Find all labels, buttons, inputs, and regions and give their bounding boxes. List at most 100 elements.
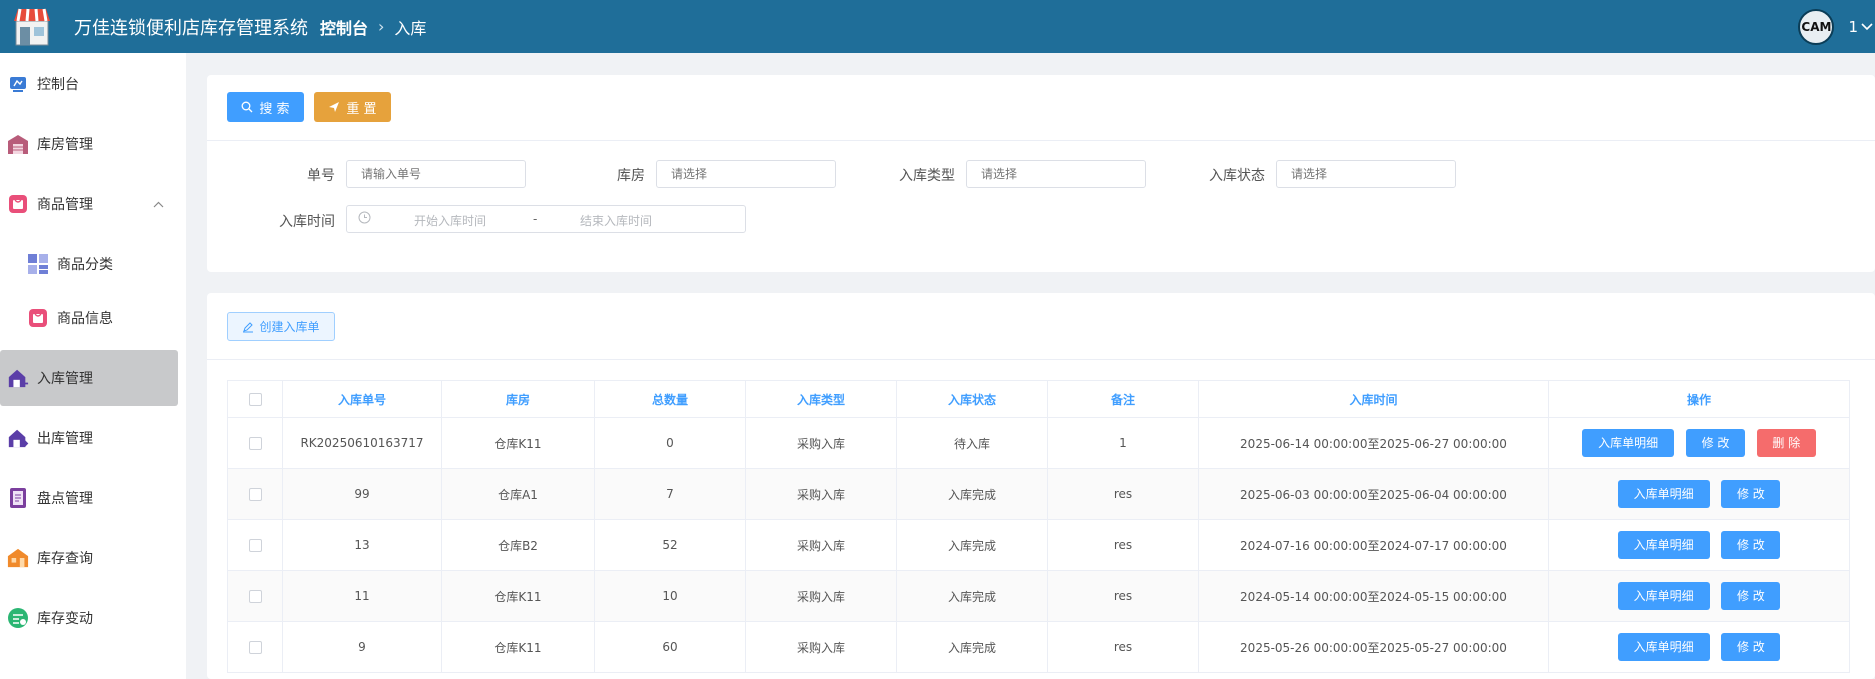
avatar-text: CAM xyxy=(1801,19,1832,34)
create-inbound-label: 创建入库单 xyxy=(259,320,320,334)
sidebar-item-label: 入库管理 xyxy=(37,371,93,387)
sidebar-item-warehouse[interactable]: 库房管理 xyxy=(0,116,178,172)
cell-qty: 52 xyxy=(594,519,746,571)
inbound-table: 入库单号 库房 总数量 入库类型 入库状态 备注 入库时间 操作 RK20250… xyxy=(227,380,1850,673)
search-panel: 搜 索 重 置 单号 库房 入库类型 入库状态 入库时间 开始入库时间 - 结束… xyxy=(207,75,1875,272)
sidebar-item-label: 库存变动 xyxy=(37,611,93,627)
col-header[interactable]: 总数量 xyxy=(594,380,746,418)
inbound-status-label: 入库状态 xyxy=(1209,168,1265,184)
edit-button[interactable]: 修 改 xyxy=(1721,480,1781,508)
send-icon xyxy=(329,102,340,112)
range-separator: - xyxy=(533,212,538,226)
sidebar-item-goods[interactable]: 商品管理 xyxy=(0,176,178,232)
start-time-input[interactable]: 开始入库时间 xyxy=(414,212,486,229)
chevron-down-icon[interactable] xyxy=(1861,20,1873,34)
clock-icon xyxy=(358,211,371,227)
inbound-type-select[interactable] xyxy=(966,160,1146,188)
detail-button[interactable]: 入库单明细 xyxy=(1617,582,1710,610)
app-title: 万佳连锁便利店库存管理系统 xyxy=(74,17,308,39)
col-header[interactable]: 入库单号 xyxy=(282,380,442,418)
delete-button[interactable]: 删 除 xyxy=(1756,429,1816,457)
sidebar-item-inbound[interactable]: 入库管理 xyxy=(0,350,178,406)
cell-remark: res xyxy=(1047,570,1199,622)
chevron-up-icon[interactable] xyxy=(153,198,164,211)
cell-warehouse: 仓库K11 xyxy=(441,570,595,622)
detail-button[interactable]: 入库单明细 xyxy=(1617,480,1710,508)
divider xyxy=(207,359,1875,360)
end-time-input[interactable]: 结束入库时间 xyxy=(580,212,652,229)
edit-button[interactable]: 修 改 xyxy=(1686,429,1745,457)
detail-button[interactable]: 入库单明细 xyxy=(1617,633,1710,661)
row-checkbox[interactable] xyxy=(248,641,262,654)
cell-warehouse: 仓库B2 xyxy=(441,519,595,571)
sidebar-item-stock-query[interactable]: 库存查询 xyxy=(0,530,178,586)
cell-order-no: 99 xyxy=(282,468,442,520)
row-checkbox[interactable] xyxy=(248,488,262,501)
category-icon xyxy=(27,253,49,275)
row-checkbox[interactable] xyxy=(248,590,262,603)
order-no-input[interactable] xyxy=(346,160,526,188)
select-all-cell xyxy=(227,380,283,418)
detail-button[interactable]: 入库单明细 xyxy=(1582,429,1675,457)
cell-remark: res xyxy=(1047,621,1199,673)
cell-type: 采购入库 xyxy=(745,468,897,520)
col-header[interactable]: 入库类型 xyxy=(745,380,897,418)
cell-remark: 1 xyxy=(1047,417,1199,469)
cell-time: 2025-06-14 00:00:00至2025-06-27 00:00:00 xyxy=(1198,417,1549,469)
sidebar-item-label: 商品分类 xyxy=(57,257,113,273)
inbound-type-label: 入库类型 xyxy=(899,168,955,184)
sidebar-item-label: 盘点管理 xyxy=(37,491,93,507)
detail-button[interactable]: 入库单明细 xyxy=(1617,531,1710,559)
cell-status: 待入库 xyxy=(896,417,1048,469)
col-header[interactable]: 入库时间 xyxy=(1198,380,1549,418)
stock-query-icon xyxy=(7,547,29,569)
cell-status: 入库完成 xyxy=(896,570,1048,622)
cell-status: 入库完成 xyxy=(896,621,1048,673)
row-select-cell xyxy=(227,519,283,571)
search-icon xyxy=(241,101,253,113)
user-menu[interactable]: CAM 1 xyxy=(1798,0,1875,53)
edit-button[interactable]: 修 改 xyxy=(1721,582,1781,610)
inbound-status-select[interactable] xyxy=(1276,160,1456,188)
row-checkbox[interactable] xyxy=(248,539,262,552)
table-row: 13 仓库B2 52 采购入库 入库完成 res 2024-07-16 00:0… xyxy=(227,519,1850,571)
cell-remark: res xyxy=(1047,519,1199,571)
avatar[interactable]: CAM xyxy=(1798,8,1835,45)
col-header[interactable]: 库房 xyxy=(441,380,595,418)
sidebar-item-goods-info[interactable]: 商品信息 xyxy=(0,290,178,346)
sidebar-item-inventory-check[interactable]: 盘点管理 xyxy=(0,470,178,526)
search-button[interactable]: 搜 索 xyxy=(227,92,304,122)
divider xyxy=(207,140,1875,141)
order-no-label: 单号 xyxy=(307,168,335,184)
col-header: 操作 xyxy=(1548,380,1850,418)
cell-actions: 入库单明细 修 改 xyxy=(1548,621,1850,673)
top-header: 万佳连锁便利店库存管理系统 控制台 › 入库 CAM 1 xyxy=(0,0,1875,53)
col-header[interactable]: 入库状态 xyxy=(896,380,1048,418)
sidebar-item-label: 库存查询 xyxy=(37,551,93,567)
user-name[interactable]: 1 xyxy=(1848,18,1858,36)
store-logo-icon xyxy=(10,5,54,49)
cell-type: 采购入库 xyxy=(745,621,897,673)
col-header[interactable]: 备注 xyxy=(1047,380,1199,418)
sidebar-item-outbound[interactable]: 出库管理 xyxy=(0,410,178,466)
warehouse-label: 库房 xyxy=(617,168,645,184)
reset-button[interactable]: 重 置 xyxy=(314,92,391,122)
edit-button[interactable]: 修 改 xyxy=(1721,633,1781,661)
breadcrumb-separator: › xyxy=(378,17,385,36)
create-inbound-button[interactable]: 创建入库单 xyxy=(227,312,335,341)
cell-type: 采购入库 xyxy=(745,519,897,571)
cell-remark: res xyxy=(1047,468,1199,520)
table-row: 9 仓库K11 60 采购入库 入库完成 res 2025-05-26 00:0… xyxy=(227,621,1850,673)
sidebar-item-dashboard[interactable]: 控制台 xyxy=(0,56,178,112)
edit-button[interactable]: 修 改 xyxy=(1721,531,1781,559)
sidebar-item-category[interactable]: 商品分类 xyxy=(0,236,178,292)
warehouse-select[interactable] xyxy=(656,160,836,188)
sidebar-item-stock-change[interactable]: 库存变动 xyxy=(0,590,178,646)
inbound-time-range-picker[interactable]: 开始入库时间 - 结束入库时间 xyxy=(346,205,746,233)
cell-order-no: 9 xyxy=(282,621,442,673)
row-checkbox[interactable] xyxy=(248,437,262,450)
reset-button-label: 重 置 xyxy=(346,101,377,117)
select-all-checkbox[interactable] xyxy=(248,393,262,406)
row-select-cell xyxy=(227,417,283,469)
breadcrumb-home[interactable]: 控制台 xyxy=(320,15,368,39)
